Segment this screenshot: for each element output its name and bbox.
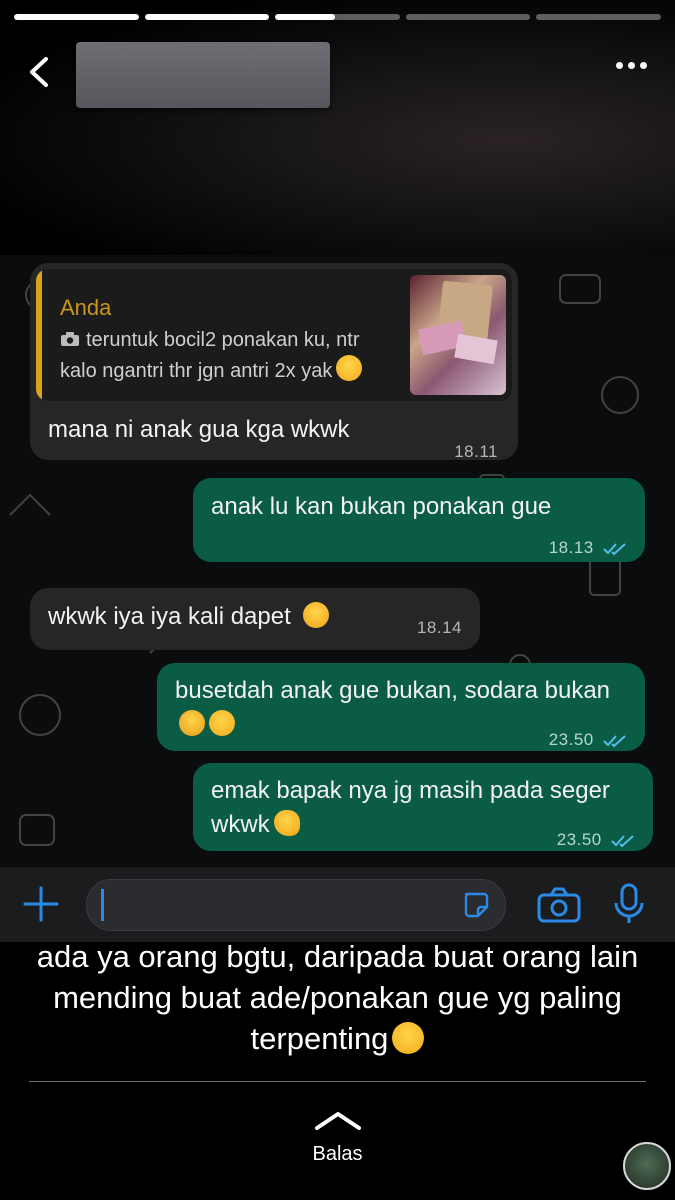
quoted-photo-thumbnail[interactable]: [410, 275, 506, 395]
story-progress-segment: [405, 14, 531, 20]
back-chevron-icon[interactable]: [22, 54, 58, 90]
story-progress-fill: [14, 14, 139, 20]
header-background: [0, 0, 675, 255]
message-text: wkwk iya iya kali dapet: [48, 603, 291, 630]
divider: [29, 1081, 646, 1082]
story-progress: [14, 14, 661, 20]
crying-emoji-icon: [179, 710, 205, 736]
outgoing-message-bubble[interactable]: busetdah anak gue bukan, sodara bukan 23…: [157, 663, 645, 751]
message-time-row: 18.13: [549, 531, 627, 565]
message-text: busetdah anak gue bukan, sodara bukan: [175, 677, 611, 704]
melting-face-emoji-icon: [273, 810, 300, 836]
message-time: 23.50: [548, 730, 594, 749]
story-progress-segment: [275, 14, 400, 20]
sticker-icon[interactable]: [461, 890, 491, 920]
message-time: 18.13: [548, 538, 594, 557]
contact-name-redacted: [76, 42, 330, 108]
message-text: emak bapak nya jg masih pada seger wkwk: [211, 777, 610, 838]
message-time-row: 23.50: [557, 823, 635, 857]
avatar[interactable]: [623, 1142, 671, 1190]
message-composer: [0, 867, 675, 942]
plus-icon[interactable]: [22, 885, 60, 923]
quoted-author: Anda: [60, 295, 112, 320]
story-caption-text: ada ya orang bgtu, daripada buat orang l…: [36, 939, 639, 1056]
camera-icon[interactable]: [537, 887, 581, 923]
outgoing-message-bubble[interactable]: anak lu kan bukan ponakan gue 18.13: [193, 478, 645, 562]
double-check-read-icon: [603, 734, 626, 747]
chevron-up-icon[interactable]: [313, 1108, 363, 1132]
double-check-read-icon: [611, 834, 634, 847]
quoted-text-row: teruntuk bocil2 ponakan ku, ntr kalo nga…: [60, 325, 390, 386]
reply-button[interactable]: Balas: [0, 1143, 675, 1166]
message-text-row: wkwk iya iya kali dapet: [48, 600, 329, 634]
microphone-icon[interactable]: [612, 883, 646, 925]
chat-screenshot: Anda teruntuk bocil2 ponakan ku, ntr kal…: [0, 255, 675, 867]
camera-icon: [61, 332, 79, 346]
message-time: 23.50: [556, 830, 602, 849]
double-check-read-icon: [603, 542, 626, 555]
laughing-emoji-icon: [336, 355, 363, 381]
quote-accent-bar: [36, 269, 42, 401]
laughing-emoji-icon: [209, 710, 235, 736]
message-text: anak lu kan bukan ponakan gue: [211, 493, 552, 520]
quoted-message[interactable]: Anda teruntuk bocil2 ponakan ku, ntr kal…: [36, 269, 512, 401]
more-options-icon[interactable]: [616, 62, 647, 69]
message-time-row: 23.50: [549, 723, 627, 757]
grinning-sweat-emoji-icon: [302, 602, 329, 628]
story-progress-fill: [275, 14, 335, 20]
story-progress-segment: [536, 14, 661, 20]
story-progress-fill: [144, 14, 270, 20]
message-text: mana ni anak gua kga wkwk: [48, 416, 350, 443]
message-time: 18.11: [454, 442, 498, 461]
text-caret: [101, 889, 104, 921]
message-text-row: emak bapak nya jg masih pada seger wkwk: [211, 774, 611, 842]
incoming-message-bubble[interactable]: wkwk iya iya kali dapet 18.14: [30, 588, 480, 650]
laughing-emoji-icon: [392, 1022, 425, 1054]
incoming-message-bubble[interactable]: Anda teruntuk bocil2 ponakan ku, ntr kal…: [30, 263, 518, 461]
story-progress-segment: [144, 14, 270, 20]
quoted-text: teruntuk bocil2 ponakan ku, ntr kalo nga…: [60, 329, 360, 382]
story-progress-segment: [14, 14, 139, 20]
outgoing-message-bubble[interactable]: emak bapak nya jg masih pada seger wkwk …: [193, 763, 653, 851]
message-time: 18.14: [416, 618, 462, 637]
message-input[interactable]: [86, 879, 506, 931]
story-caption: ada ya orang bgtu, daripada buat orang l…: [20, 936, 655, 1059]
